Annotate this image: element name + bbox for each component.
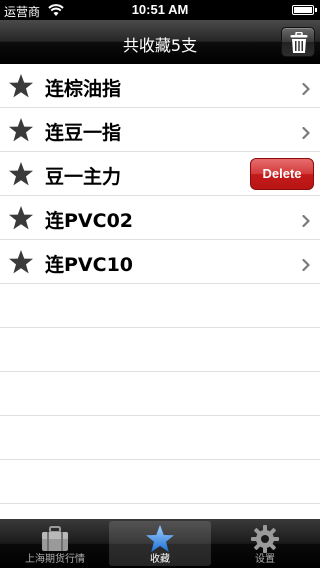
navigation-bar: 共收藏5支	[0, 20, 320, 64]
tab-label: 上海期货行情	[25, 554, 85, 565]
favorite-row[interactable]: 连PVC10	[0, 240, 320, 284]
star-icon	[8, 117, 34, 143]
empty-row	[0, 284, 320, 328]
star-icon	[8, 73, 34, 99]
favorite-name: 连PVC02	[45, 210, 134, 232]
favorite-name: 连豆一指	[45, 122, 122, 144]
favorite-name: 连棕油指	[45, 78, 122, 100]
status-time: 10:51 AM	[131, 2, 189, 17]
star-icon	[8, 161, 34, 187]
favorite-row[interactable]: 连PVC02	[0, 196, 320, 240]
tab-market-quotes[interactable]: 上海期货行情	[4, 521, 106, 566]
chevron-right-icon	[302, 212, 310, 228]
favorite-row[interactable]: 豆一主力 Delete	[0, 152, 320, 196]
empty-row	[0, 416, 320, 460]
empty-row	[0, 460, 320, 504]
tab-settings[interactable]: 设置	[214, 521, 316, 566]
empty-row	[0, 328, 320, 372]
favorite-row[interactable]: 连豆一指	[0, 108, 320, 152]
favorite-name: 豆一主力	[45, 166, 122, 188]
favorite-row[interactable]: 连棕油指	[0, 64, 320, 108]
star-icon	[8, 249, 34, 275]
empty-row	[0, 372, 320, 416]
chevron-right-icon	[302, 256, 310, 272]
status-bar: 运营商 10:51 AM	[0, 0, 320, 20]
trash-icon	[290, 32, 308, 53]
favorite-name: 连PVC10	[45, 254, 134, 276]
battery-icon	[292, 5, 317, 15]
tab-favorites[interactable]: 收藏	[109, 521, 211, 566]
tab-bar: 上海期货行情 收藏 设置	[0, 519, 320, 568]
delete-button[interactable]: Delete	[250, 158, 314, 190]
chevron-right-icon	[302, 80, 310, 96]
chevron-right-icon	[302, 124, 310, 140]
star-icon	[8, 205, 34, 231]
trash-button[interactable]	[281, 27, 315, 57]
tab-label: 设置	[255, 554, 275, 565]
page-title: 共收藏5支	[122, 36, 198, 55]
tab-label: 收藏	[150, 554, 170, 565]
favorites-list: 连棕油指连豆一指豆一主力 Delete 连PVC02 连PVC10	[0, 64, 320, 519]
